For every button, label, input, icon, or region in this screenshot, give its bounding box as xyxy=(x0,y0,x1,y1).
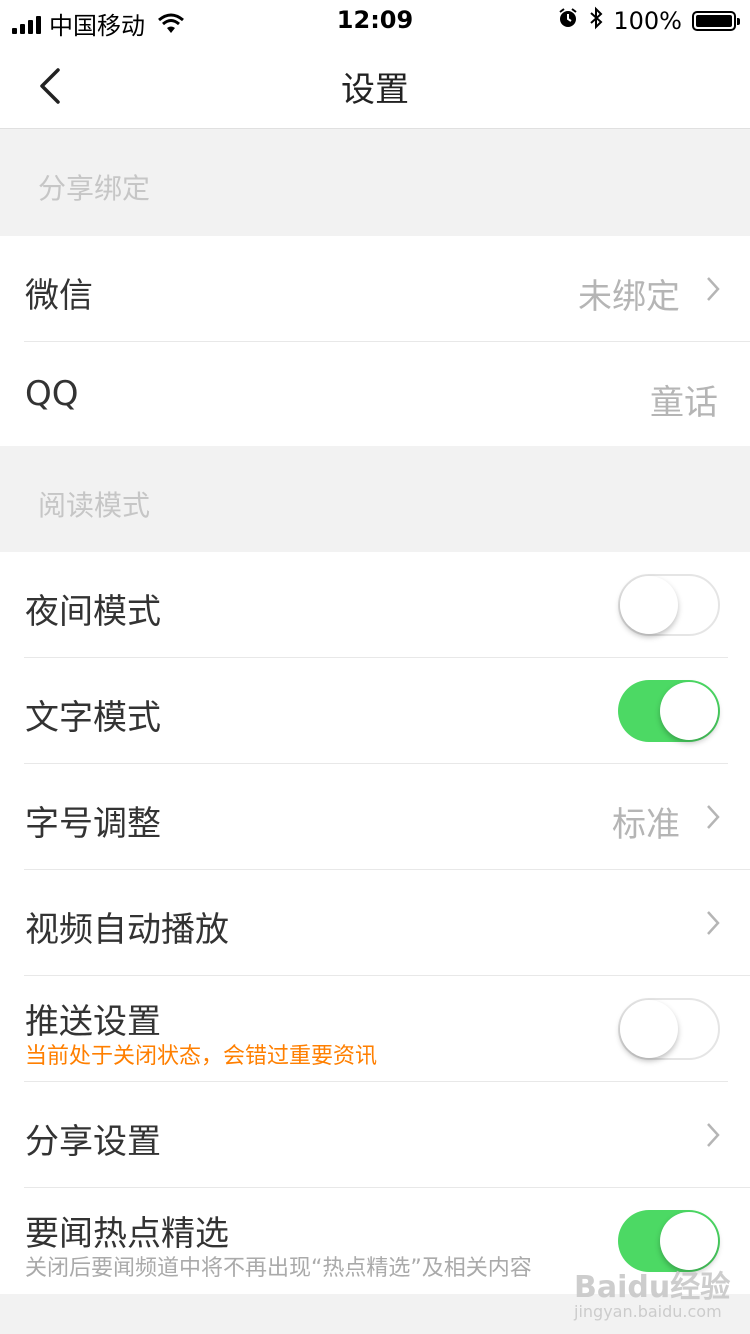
push-status-hint: 当前处于关闭状态，会错过重要资讯 xyxy=(25,1044,378,1069)
row-value: 标准 xyxy=(612,805,680,845)
row-label: QQ xyxy=(25,374,79,414)
night-mode-toggle[interactable] xyxy=(618,574,720,636)
chevron-right-icon xyxy=(707,1123,720,1147)
row-label: 推送设置 xyxy=(25,1002,161,1042)
chevron-right-icon xyxy=(707,277,720,301)
nav-bar: 设置 xyxy=(0,40,750,129)
row-label: 夜间模式 xyxy=(25,592,161,632)
row-video-autoplay[interactable]: 视频自动播放 xyxy=(0,870,750,976)
chevron-right-icon xyxy=(707,805,720,829)
row-label: 分享设置 xyxy=(25,1122,161,1162)
row-wechat[interactable]: 微信 未绑定 xyxy=(0,236,750,342)
page-title: 设置 xyxy=(341,70,409,110)
row-qq[interactable]: QQ 童话 xyxy=(0,342,750,448)
row-label: 要闻热点精选 xyxy=(25,1214,229,1254)
battery-icon xyxy=(692,11,740,31)
row-night-mode: 夜间模式 xyxy=(0,552,750,658)
status-bar: 中国移动 12:09 100% xyxy=(0,0,750,40)
section-header-share-binding: 分享绑定 xyxy=(0,129,750,236)
text-mode-toggle[interactable] xyxy=(618,680,720,742)
push-toggle[interactable] xyxy=(618,998,720,1060)
row-label: 字号调整 xyxy=(25,804,161,844)
chevron-right-icon xyxy=(707,911,720,935)
section-title: 阅读模式 xyxy=(38,489,151,522)
row-label: 视频自动播放 xyxy=(25,910,229,950)
watermark-brand: Baidu经验 xyxy=(574,1270,731,1305)
row-label: 文字模式 xyxy=(25,698,161,738)
battery-percent: 100% xyxy=(613,7,682,35)
row-font-size[interactable]: 字号调整 标准 xyxy=(0,764,750,870)
row-text-mode: 文字模式 xyxy=(0,658,750,764)
section-header-reading-mode: 阅读模式 xyxy=(0,446,750,552)
row-value: 童话 xyxy=(650,383,718,423)
status-right: 100% xyxy=(557,6,740,36)
hot-picks-hint: 关闭后要闻频道中将不再出现“热点精选”及相关内容 xyxy=(25,1256,532,1281)
watermark: Baidu经验 jingyan.baidu.com xyxy=(574,1262,730,1321)
watermark-url: jingyan.baidu.com xyxy=(574,1302,722,1321)
alarm-icon xyxy=(557,7,579,35)
row-share-settings[interactable]: 分享设置 xyxy=(0,1082,750,1188)
row-value: 未绑定 xyxy=(578,277,680,317)
bluetooth-icon xyxy=(589,6,603,36)
row-push-settings: 推送设置 当前处于关闭状态，会错过重要资讯 xyxy=(0,976,750,1082)
row-label: 微信 xyxy=(25,276,93,316)
section-title: 分享绑定 xyxy=(38,172,151,205)
